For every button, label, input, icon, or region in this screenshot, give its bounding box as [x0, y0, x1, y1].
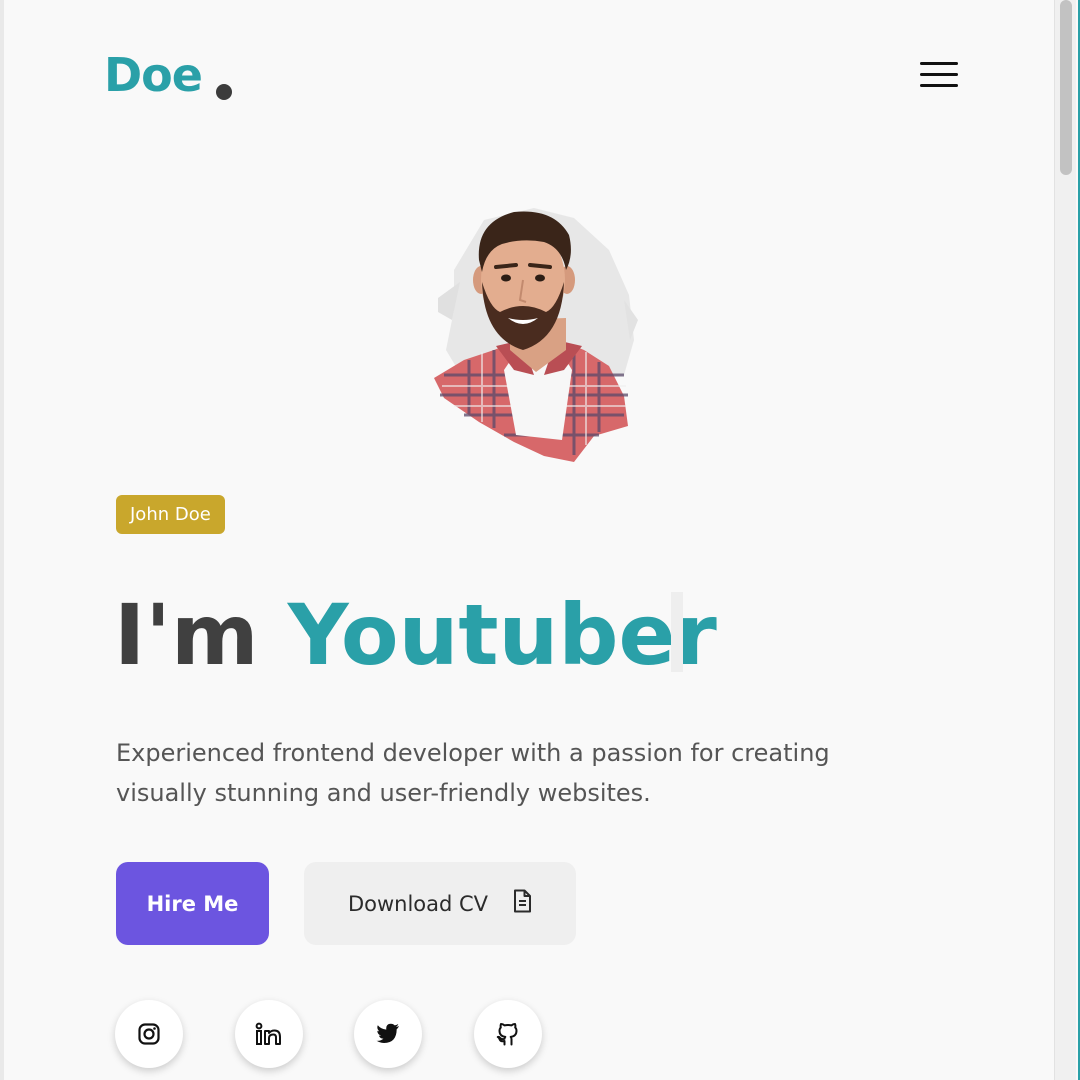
github-button[interactable]: [474, 1000, 542, 1068]
portrait-photo: [434, 208, 638, 462]
file-document-icon: [512, 889, 532, 918]
headline-role: Youtuber: [287, 586, 717, 684]
headline-prefix: I'm: [114, 586, 259, 684]
download-cv-label: Download CV: [347, 891, 489, 916]
hero-description: Experienced frontend developer with a pa…: [116, 739, 830, 807]
hire-me-button[interactable]: Hire Me: [116, 862, 269, 945]
brand-dot: [215, 84, 232, 100]
github-icon: [495, 1021, 521, 1047]
hamburger-menu-icon[interactable]: [918, 60, 962, 90]
brand-logo[interactable]: Doe: [104, 48, 232, 102]
typing-cursor: [671, 592, 683, 672]
twitter-icon: [376, 1023, 400, 1045]
instagram-button[interactable]: [115, 1000, 183, 1068]
scrollbar-thumb[interactable]: [1060, 0, 1072, 175]
hero-headline: I'm Youtuber: [114, 585, 717, 685]
hire-me-label: Hire Me: [146, 891, 239, 916]
twitter-button[interactable]: [354, 1000, 422, 1068]
instagram-icon: [137, 1022, 161, 1046]
page: Doe John Doe I'm Youtuber Experienced fr…: [0, 0, 1080, 1080]
linkedin-button[interactable]: [235, 1000, 303, 1068]
brand-name[interactable]: Doe: [104, 48, 203, 102]
avatar: [424, 200, 644, 470]
name-badge: John Doe: [116, 495, 225, 534]
linkedin-icon: [255, 1022, 283, 1046]
download-cv-button[interactable]: Download CV: [304, 862, 576, 945]
vertical-scrollbar[interactable]: [1054, 0, 1076, 1080]
